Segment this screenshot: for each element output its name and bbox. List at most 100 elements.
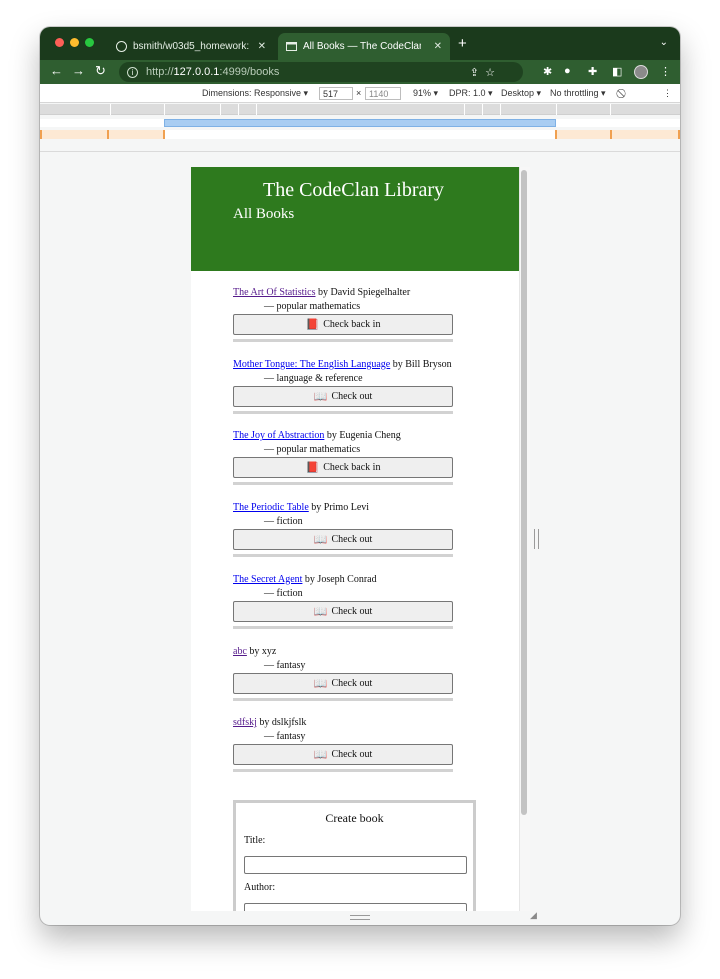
profile-avatar[interactable] (634, 65, 648, 79)
reload-icon[interactable]: ↻ (95, 63, 106, 79)
check-out-button[interactable]: 📖 Check out (233, 744, 453, 766)
dpr-dropdown[interactable]: DPR: 1.0 ▾ (449, 88, 493, 99)
dimensions-dropdown[interactable]: Dimensions: Responsive ▾ (202, 88, 308, 99)
book-author: by Bill Bryson (392, 358, 452, 370)
tab-strip: bsmith/w03d5_homework: Co ✕ All Books — … (40, 27, 680, 60)
maximize-window-button[interactable] (85, 38, 94, 47)
book-genre: — fiction (264, 587, 303, 599)
book-item: abc by xyz — fantasy 📖 Check out (233, 646, 453, 710)
close-window-button[interactable] (55, 38, 64, 47)
book-author: by Eugenia Cheng (326, 430, 401, 442)
height-input[interactable]: 1140 (365, 87, 401, 100)
divider (233, 554, 453, 558)
minimize-window-button[interactable] (70, 38, 79, 47)
dpr-label: DPR: 1.0 (449, 88, 486, 98)
resize-width-handle[interactable] (534, 529, 539, 549)
divider (233, 482, 453, 486)
extension-leaf-icon[interactable]: ● (564, 65, 571, 77)
address-bar[interactable]: i http://127.0.0.1:4999/books ⇪ ☆ (119, 62, 523, 82)
resize-height-handle[interactable] (350, 915, 370, 920)
open-book-icon: 📖 (313, 677, 328, 690)
book-title-link[interactable]: Mother Tongue: The English Language (233, 359, 390, 370)
divider (233, 769, 453, 773)
check-out-button[interactable]: 📖 Check out (233, 385, 453, 407)
book-title-link[interactable]: The Secret Agent (233, 574, 302, 585)
open-book-icon: 📖 (313, 390, 328, 403)
forward-arrow-icon[interactable]: → (72, 63, 85, 78)
site-info-icon[interactable]: i (127, 66, 138, 78)
url-path: :4999/books (219, 66, 280, 78)
throttling-dropdown[interactable]: No throttling ▾ (550, 88, 606, 99)
back-arrow-icon[interactable]: ← (50, 63, 63, 78)
button-label: Check out (331, 677, 373, 689)
book-item: Mother Tongue: The English Language by B… (233, 359, 453, 423)
side-panel-icon[interactable]: ◧ (612, 65, 622, 78)
divider (233, 410, 453, 414)
book-line: abc by xyz (233, 646, 276, 657)
check-out-button[interactable]: 📖 Check out (233, 529, 453, 551)
url-host: 127.0.0.1 (173, 66, 220, 78)
book-genre: — popular mathematics (264, 444, 361, 456)
button-label: Check out (331, 605, 373, 617)
extensions-puzzle-icon[interactable]: ✚ (588, 65, 597, 78)
book-line: Mother Tongue: The English Language by B… (233, 359, 452, 370)
page-scrollbar-thumb[interactable] (521, 170, 527, 815)
close-tab-icon[interactable]: ✕ (434, 41, 442, 52)
extension-pin-icon[interactable]: ✱ (543, 65, 552, 78)
devtools-menu-icon[interactable]: ⋮ (663, 88, 672, 99)
share-icon[interactable]: ⇪ (470, 66, 479, 79)
close-tab-icon[interactable]: ✕ (258, 41, 266, 52)
new-tab-button[interactable]: + (458, 35, 467, 52)
bookmark-star-icon[interactable]: ☆ (485, 66, 495, 79)
tab-title: bsmith/w03d5_homework: Co (133, 41, 251, 52)
max-width-query-bar[interactable] (40, 130, 680, 139)
book-title-link[interactable]: abc (233, 646, 247, 657)
device-toolbar: Dimensions: Responsive ▾ 517 × 1140 91% … (40, 84, 680, 103)
browser-menu-icon[interactable]: ⋮ (660, 65, 671, 78)
closed-book-icon: 📕 (305, 319, 320, 331)
author-input[interactable] (244, 903, 467, 911)
book-line: The Joy of Abstraction by Eugenia Cheng (233, 430, 401, 441)
device-mode-label: Desktop (501, 88, 535, 98)
page-icon (286, 41, 297, 52)
book-genre: — fantasy (264, 659, 306, 671)
book-author: by Joseph Conrad (304, 573, 377, 585)
open-book-icon: 📖 (313, 534, 328, 547)
book-title-link[interactable]: The Periodic Table (233, 502, 309, 513)
book-author: by Primo Levi (311, 502, 370, 514)
title-label: Title: (244, 835, 266, 846)
check-out-button[interactable]: 📖 Check out (233, 672, 453, 694)
book-title-link[interactable]: The Art Of Statistics (233, 287, 316, 298)
book-author: by xyz (249, 645, 277, 657)
resize-corner-handle[interactable]: ◢ (530, 910, 537, 921)
book-author: by dslkjfslk (259, 717, 307, 729)
book-item: The Periodic Table by Primo Levi — fictio… (233, 502, 453, 566)
check-back-in-button[interactable]: 📕 Check back in (233, 314, 453, 335)
tab-all-books[interactable]: All Books — The CodeClan Libr ✕ (278, 33, 450, 60)
divider (233, 339, 453, 342)
divider (233, 625, 453, 629)
zoom-dropdown[interactable]: 91% ▾ (413, 88, 438, 99)
book-author: by David Spiegelhalter (318, 287, 411, 298)
book-title-link[interactable]: sdfskj (233, 717, 257, 728)
divider (40, 151, 680, 152)
min-width-query-bar[interactable] (40, 119, 680, 127)
open-book-icon: 📖 (313, 749, 328, 762)
title-input[interactable] (244, 856, 467, 874)
book-item: sdfskj by dslkjfslk — fantasy 📖 Check out (233, 717, 453, 781)
check-out-button[interactable]: 📖 Check out (233, 600, 453, 622)
tab-search-icon[interactable]: ⌄ (660, 37, 668, 48)
create-book-form: Create book Title: Author: (233, 800, 476, 911)
book-line: The Periodic Table by Primo Levi (233, 502, 369, 513)
device-mode-dropdown[interactable]: Desktop ▾ (501, 88, 541, 99)
book-title-link[interactable]: The Joy of Abstraction (233, 430, 324, 441)
book-genre: — popular mathematics (264, 301, 361, 312)
tab-github[interactable]: bsmith/w03d5_homework: Co ✕ (110, 33, 274, 60)
book-line: The Secret Agent by Joseph Conrad (233, 574, 377, 585)
check-back-in-button[interactable]: 📕 Check back in (233, 457, 453, 479)
site-header: The CodeClan Library All Books (191, 167, 519, 271)
width-input[interactable]: 517 (319, 87, 353, 100)
media-query-bar[interactable] (40, 104, 680, 115)
button-label: Check back in (323, 319, 381, 330)
active-breakpoint[interactable] (164, 119, 556, 127)
